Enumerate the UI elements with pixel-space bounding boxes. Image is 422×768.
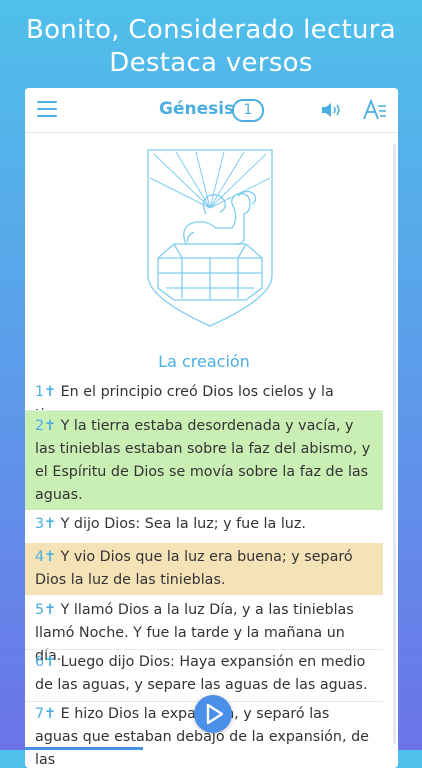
reader-toolbar: Génesis 1 — [25, 88, 398, 133]
verse-text: Y la tierra estaba desordenada y vacía, … — [35, 418, 371, 503]
font-size-icon[interactable] — [363, 99, 387, 121]
verse-number: 5✝ — [35, 602, 57, 618]
verse-text: Y dijo Dios: Sea la luz; y fue la luz. — [60, 516, 306, 532]
book-title[interactable]: Génesis — [159, 99, 234, 119]
reader-card: Génesis 1 La creación 1✝ En el principio… — [25, 88, 398, 768]
verse-number: 4✝ — [35, 549, 57, 565]
promo-line-2: Destaca versos — [109, 48, 313, 78]
verse-6[interactable]: 6✝ Luego dijo Dios: Haya expansión en me… — [25, 651, 383, 697]
section-title: La creación — [158, 352, 250, 371]
speaker-icon[interactable] — [320, 101, 342, 119]
chapter-selector[interactable]: 1 — [232, 99, 264, 122]
scrollbar[interactable] — [393, 144, 396, 744]
promo-headline: Bonito, Considerado lectura Destaca vers… — [0, 14, 422, 80]
play-button[interactable] — [194, 695, 232, 733]
verse-number: 2✝ — [35, 418, 57, 434]
hamburger-menu-icon[interactable] — [37, 101, 57, 119]
verse-number: 6✝ — [35, 654, 57, 670]
divider — [25, 649, 383, 650]
play-icon — [206, 703, 224, 725]
verse-text: Luego dijo Dios: Haya expansión en medio… — [35, 654, 368, 693]
verse-number: 3✝ — [35, 516, 57, 532]
aries-crest-illustration — [147, 149, 273, 327]
promo-line-1: Bonito, Considerado lectura — [25, 15, 397, 45]
verse-2[interactable]: 2✝ Y la tierra estaba desordenada y vací… — [25, 411, 383, 510]
verse-number: 7✝ — [35, 706, 57, 722]
verse-number: 1✝ — [35, 384, 57, 400]
verse-4[interactable]: 4✝ Y vio Dios que la luz era buena; y se… — [25, 543, 383, 595]
verse-text: Y vio Dios que la luz era buena; y separ… — [35, 549, 353, 588]
verse-3[interactable]: 3✝ Y dijo Dios: Sea la luz; y fue la luz… — [25, 513, 383, 536]
